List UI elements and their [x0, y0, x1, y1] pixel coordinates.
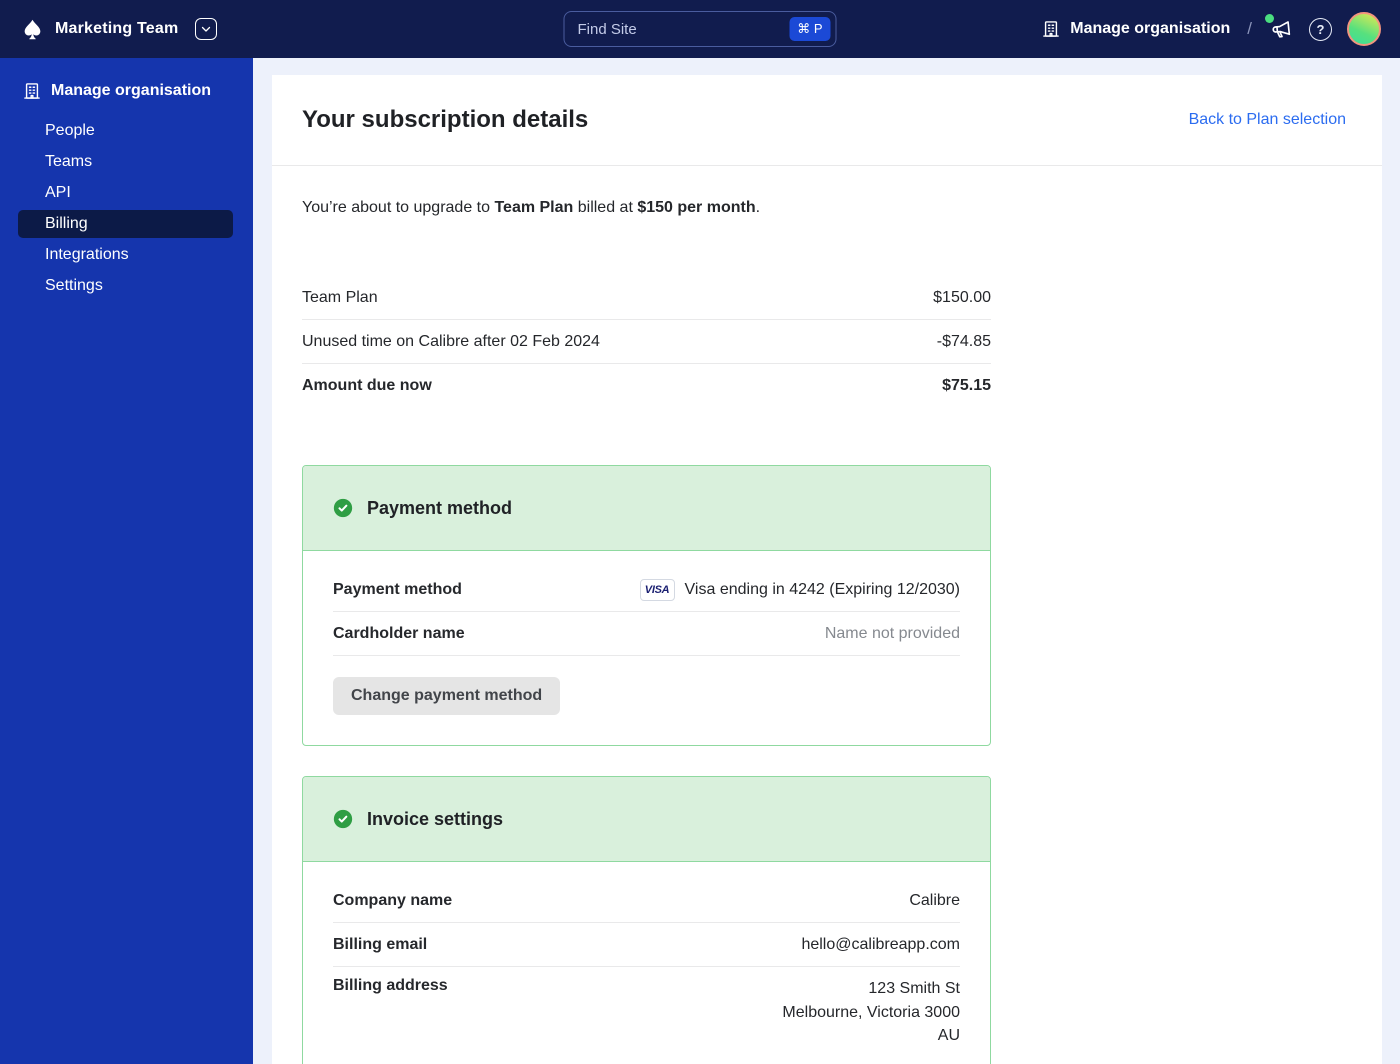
sidebar-item-billing[interactable]: Billing	[18, 210, 233, 238]
intro-middle: billed at	[573, 199, 638, 216]
calibre-spade-logo-icon[interactable]	[21, 18, 44, 41]
row-label: Billing address	[333, 977, 448, 994]
team-switcher-button[interactable]	[195, 18, 218, 40]
building-icon	[1041, 19, 1061, 39]
billing-address-value: 123 Smith St Melbourne, Victoria 3000 AU	[782, 977, 960, 1048]
top-bar: Marketing Team ⌘ P Manage organisation /	[0, 0, 1400, 58]
sidebar-header-label: Manage organisation	[51, 82, 212, 99]
user-avatar[interactable]	[1347, 12, 1381, 46]
sidebar-item-integrations[interactable]: Integrations	[18, 241, 233, 269]
payment-method-row: Payment method VISA Visa ending in 4242 …	[333, 568, 960, 612]
panel-header: Your subscription details Back to Plan s…	[272, 75, 1382, 166]
row-value: Calibre	[909, 891, 960, 909]
table-row-amount-due: Amount due now $75.15	[302, 364, 991, 408]
payment-card-title: Payment method	[367, 497, 513, 518]
table-row: Unused time on Calibre after 02 Feb 2024…	[302, 320, 991, 364]
help-icon: ?	[1309, 17, 1332, 41]
chevron-down-icon	[200, 23, 212, 35]
megaphone-icon	[1268, 15, 1295, 42]
row-value: Name not provided	[824, 624, 960, 642]
row-label: Team Plan	[302, 288, 378, 306]
row-value: $75.15	[942, 377, 991, 394]
upgrade-summary-text: You’re about to upgrade to Team Plan bil…	[302, 199, 1382, 216]
sidebar-item-api[interactable]: API	[18, 179, 233, 207]
invoice-card-header: Invoice settings	[303, 777, 990, 862]
address-line: Melbourne, Victoria 3000	[782, 1003, 960, 1021]
row-value: VISA Visa ending in 4242 (Expiring 12/20…	[639, 578, 960, 601]
payment-card-header: Payment method	[303, 466, 990, 551]
row-label: Amount due now	[302, 377, 432, 394]
back-to-plan-selection-link[interactable]: Back to Plan selection	[1189, 111, 1346, 129]
payment-card-body: Payment method VISA Visa ending in 4242 …	[303, 551, 990, 745]
billing-address-row: Billing address 123 Smith St Melbourne, …	[333, 967, 960, 1060]
sidebar-item-teams[interactable]: Teams	[18, 148, 233, 176]
panel-body: You’re about to upgrade to Team Plan bil…	[272, 166, 1382, 1064]
row-label: Company name	[333, 891, 453, 909]
sidebar-item-people[interactable]: People	[18, 117, 233, 145]
sidebar-header: Manage organisation	[0, 58, 253, 101]
sidebar-nav: People Teams API Billing Integrations Se…	[0, 117, 253, 300]
check-circle-icon	[333, 498, 353, 518]
address-line: AU	[937, 1027, 960, 1044]
invoice-card-title: Invoice settings	[367, 808, 504, 829]
team-name: Marketing Team	[55, 20, 179, 37]
help-button[interactable]: ?	[1309, 17, 1332, 41]
billing-email-row: Billing email hello@calibreapp.com	[333, 923, 960, 967]
search-input[interactable]	[577, 20, 790, 38]
row-label: Payment method	[333, 580, 462, 598]
page-title: Your subscription details	[302, 106, 589, 133]
row-label: Cardholder name	[333, 624, 465, 642]
intro-prefix: You’re about to upgrade to	[302, 199, 495, 216]
topbar-right-group: Manage organisation / ?	[1041, 12, 1400, 46]
cardholder-name-row: Cardholder name Name not provided	[333, 612, 960, 656]
row-label: Billing email	[333, 935, 428, 953]
change-payment-method-button[interactable]: Change payment method	[333, 677, 561, 715]
card-details-text: Visa ending in 4242 (Expiring 12/2030)	[684, 580, 960, 598]
table-row: Team Plan $150.00	[302, 276, 991, 320]
row-value: hello@calibreapp.com	[801, 935, 960, 953]
invoice-card-body: Company name Calibre Billing email hello…	[303, 862, 990, 1064]
intro-suffix: .	[755, 199, 761, 216]
charge-summary-table: Team Plan $150.00 Unused time on Calibre…	[302, 276, 991, 408]
team-switcher-group: Marketing Team	[0, 18, 218, 41]
sidebar: Manage organisation People Teams API Bil…	[0, 58, 253, 1064]
address-line: 123 Smith St	[868, 980, 960, 997]
row-value: $150.00	[933, 288, 991, 306]
intro-plan-name: Team Plan	[494, 199, 574, 216]
announcements-button[interactable]	[1265, 13, 1295, 42]
intro-price: $150 per month	[637, 199, 756, 216]
invoice-settings-card: Invoice settings Company name Calibre Bi…	[302, 776, 991, 1064]
topbar-separator: /	[1247, 19, 1252, 38]
manage-organisation-link[interactable]: Manage organisation	[1041, 19, 1230, 39]
find-site-search[interactable]: ⌘ P	[563, 11, 837, 47]
building-icon	[22, 81, 42, 101]
visa-card-icon: VISA	[639, 578, 675, 601]
sidebar-item-settings[interactable]: Settings	[18, 272, 233, 300]
row-value: -$74.85	[936, 332, 991, 350]
payment-method-card: Payment method Payment method VISA Visa …	[302, 465, 991, 746]
row-label: Unused time on Calibre after 02 Feb 2024	[302, 332, 600, 350]
manage-organisation-label: Manage organisation	[1070, 20, 1231, 37]
keyboard-shortcut-badge: ⌘ P	[789, 17, 831, 41]
check-circle-icon	[333, 809, 353, 829]
subscription-panel: Your subscription details Back to Plan s…	[272, 75, 1382, 1064]
company-name-row: Company name Calibre	[333, 879, 960, 923]
